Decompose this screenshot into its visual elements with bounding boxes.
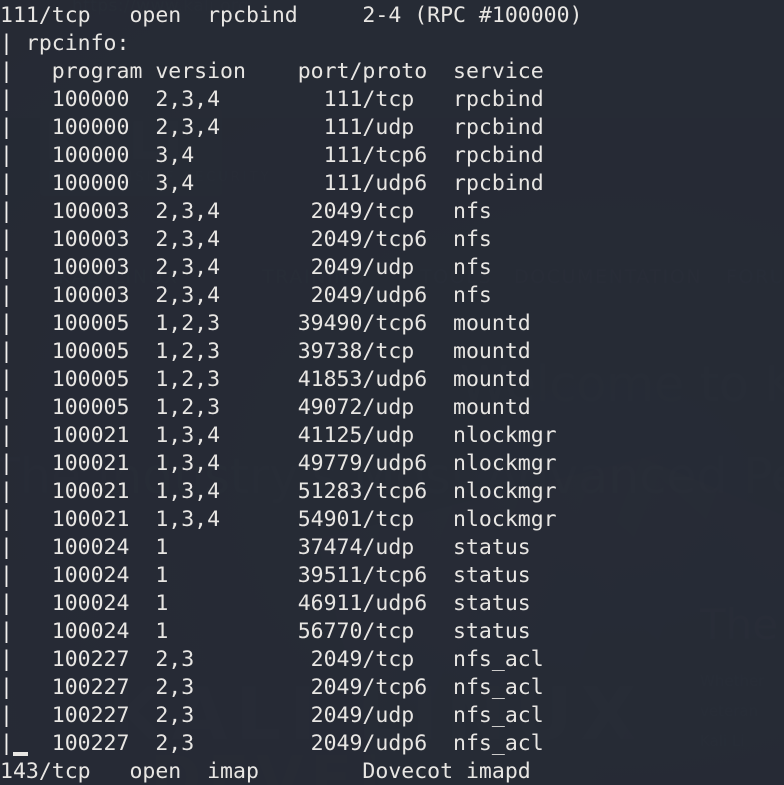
terminal-line-text: 100021 1,3,4 41125/udp nlockmgr: [25, 423, 557, 448]
terminal-line: | 100000 2,3,4 111/udp rpcbind: [0, 114, 784, 142]
nmap-continuation-bar: |: [0, 479, 26, 504]
terminal-line: | 100003 2,3,4 2049/udp6 nfs: [0, 282, 784, 310]
nmap-continuation-bar: |: [0, 227, 26, 252]
nmap-continuation-bar: |: [0, 507, 26, 532]
terminal-line-text: 100227 2,3 2049/udp nfs_acl: [25, 703, 544, 728]
terminal-line: | 100000 3,4 111/tcp6 rpcbind: [0, 142, 784, 170]
terminal-line-text: 100021 1,3,4 51283/tcp6 nlockmgr: [25, 479, 557, 504]
nmap-continuation-bar: |: [0, 619, 26, 644]
screen: https://www.kali.org KALI BY OFFENSIVE S…: [0, 0, 784, 785]
terminal-line: | 100021 1,3,4 54901/tcp nlockmgr: [0, 506, 784, 534]
terminal-line-text: 100000 2,3,4 111/udp rpcbind: [25, 115, 544, 140]
terminal-line-text: 100000 3,4 111/tcp6 rpcbind: [25, 143, 544, 168]
terminal-line-text: 100024 1 39511/tcp6 status: [25, 563, 531, 588]
terminal-line: | 100227 2,3 2049/tcp nfs_acl: [0, 646, 784, 674]
terminal-line: 111/tcp open rpcbind 2-4 (RPC #100000): [0, 3, 583, 28]
terminal-cursor: [13, 752, 28, 756]
terminal-line-text: 100227 2,3 2049/udp6 nfs_acl: [25, 731, 544, 756]
nmap-continuation-bar: |: [0, 563, 26, 588]
terminal-line: | 100024 1 37474/udp status: [0, 534, 784, 562]
terminal-line: | 100003 2,3,4 2049/udp nfs: [0, 254, 784, 282]
terminal-line-text: 100024 1 56770/tcp status: [25, 619, 531, 644]
terminal-line-text: program version port/proto service: [25, 59, 544, 84]
terminal-line: | 100227 2,3 2049/tcp6 nfs_acl: [0, 674, 784, 702]
terminal-line-text: 100005 1,2,3 49072/udp mountd: [25, 395, 531, 420]
nmap-continuation-bar: |: [0, 87, 26, 112]
nmap-continuation-bar: |: [0, 535, 26, 560]
terminal-line: | 100024 1 46911/udp6 status: [0, 590, 784, 618]
terminal-line-text: 100003 2,3,4 2049/udp6 nfs: [25, 283, 492, 308]
terminal-line-text: 100003 2,3,4 2049/tcp nfs: [25, 199, 492, 224]
nmap-continuation-bar: |: [0, 675, 26, 700]
nmap-continuation-bar: |: [0, 591, 26, 616]
terminal-line-text: 100000 2,3,4 111/tcp rpcbind: [25, 87, 544, 112]
nmap-continuation-bar: |: [0, 311, 26, 336]
nmap-continuation-bar: |: [0, 31, 26, 56]
nmap-continuation-bar: |: [0, 255, 26, 280]
terminal-line: | 100000 3,4 111/udp6 rpcbind: [0, 170, 784, 198]
nmap-continuation-bar: |: [0, 283, 26, 308]
terminal-line-text: 100005 1,2,3 41853/udp6 mountd: [25, 367, 531, 392]
terminal-line-text: 100021 1,3,4 49779/udp6 nlockmgr: [25, 451, 557, 476]
terminal-line-text: 100024 1 37474/udp status: [25, 535, 531, 560]
terminal-line: |_ 100227 2,3 2049/udp6 nfs_acl: [0, 730, 784, 758]
terminal-line: | 100024 1 39511/tcp6 status: [0, 562, 784, 590]
nmap-continuation-bar: |: [0, 59, 26, 84]
terminal-line-text: 100005 1,2,3 39490/tcp6 mountd: [25, 311, 531, 336]
nmap-continuation-bar: |: [0, 199, 26, 224]
terminal-line-text: 100024 1 46911/udp6 status: [25, 591, 531, 616]
nmap-continuation-bar: |: [0, 339, 26, 364]
terminal-line: | 100005 1,2,3 39490/tcp6 mountd: [0, 310, 784, 338]
terminal-line: | rpcinfo:: [0, 30, 784, 58]
terminal-line: 143/tcp open imap Dovecot imapd: [0, 759, 531, 784]
terminal-line: | 100005 1,2,3 49072/udp mountd: [0, 394, 784, 422]
terminal-window[interactable]: 111/tcp open rpcbind 2-4 (RPC #100000) | …: [0, 0, 784, 785]
terminal-line-text: rpcinfo:: [25, 31, 130, 56]
nmap-continuation-bar: |: [0, 143, 26, 168]
terminal-output[interactable]: 111/tcp open rpcbind 2-4 (RPC #100000) | …: [0, 0, 784, 785]
terminal-line-text: 100005 1,2,3 39738/tcp mountd: [25, 339, 531, 364]
nmap-continuation-bar: |: [0, 171, 26, 196]
nmap-continuation-bar: |: [0, 423, 26, 448]
terminal-line: | 100024 1 56770/tcp status: [0, 618, 784, 646]
terminal-line-text: 100003 2,3,4 2049/udp nfs: [25, 255, 492, 280]
terminal-line: | 100000 2,3,4 111/tcp rpcbind: [0, 86, 784, 114]
nmap-continuation-bar: |: [0, 367, 26, 392]
terminal-line: | 100021 1,3,4 41125/udp nlockmgr: [0, 422, 784, 450]
terminal-line: | 100021 1,3,4 49779/udp6 nlockmgr: [0, 450, 784, 478]
terminal-line: | 100005 1,2,3 39738/tcp mountd: [0, 338, 784, 366]
terminal-line-text: 100000 3,4 111/udp6 rpcbind: [25, 171, 544, 196]
terminal-line: | 100003 2,3,4 2049/tcp nfs: [0, 198, 784, 226]
terminal-line-text: 100021 1,3,4 54901/tcp nlockmgr: [25, 507, 557, 532]
nmap-continuation-bar: |: [0, 703, 26, 728]
nmap-continuation-bar: |: [0, 647, 26, 672]
terminal-line: | 100021 1,3,4 51283/tcp6 nlockmgr: [0, 478, 784, 506]
terminal-line: | 100227 2,3 2049/udp nfs_acl: [0, 702, 784, 730]
terminal-line: | program version port/proto service: [0, 58, 784, 86]
terminal-line-text: 100227 2,3 2049/tcp6 nfs_acl: [25, 675, 544, 700]
terminal-line-text: 100003 2,3,4 2049/tcp6 nfs: [25, 227, 492, 252]
nmap-continuation-bar: |: [0, 115, 26, 140]
nmap-continuation-bar: |: [0, 451, 26, 476]
nmap-continuation-bar: |: [0, 395, 26, 420]
terminal-line: | 100003 2,3,4 2049/tcp6 nfs: [0, 226, 784, 254]
terminal-line: | 100005 1,2,3 41853/udp6 mountd: [0, 366, 784, 394]
terminal-line-text: 100227 2,3 2049/tcp nfs_acl: [25, 647, 544, 672]
